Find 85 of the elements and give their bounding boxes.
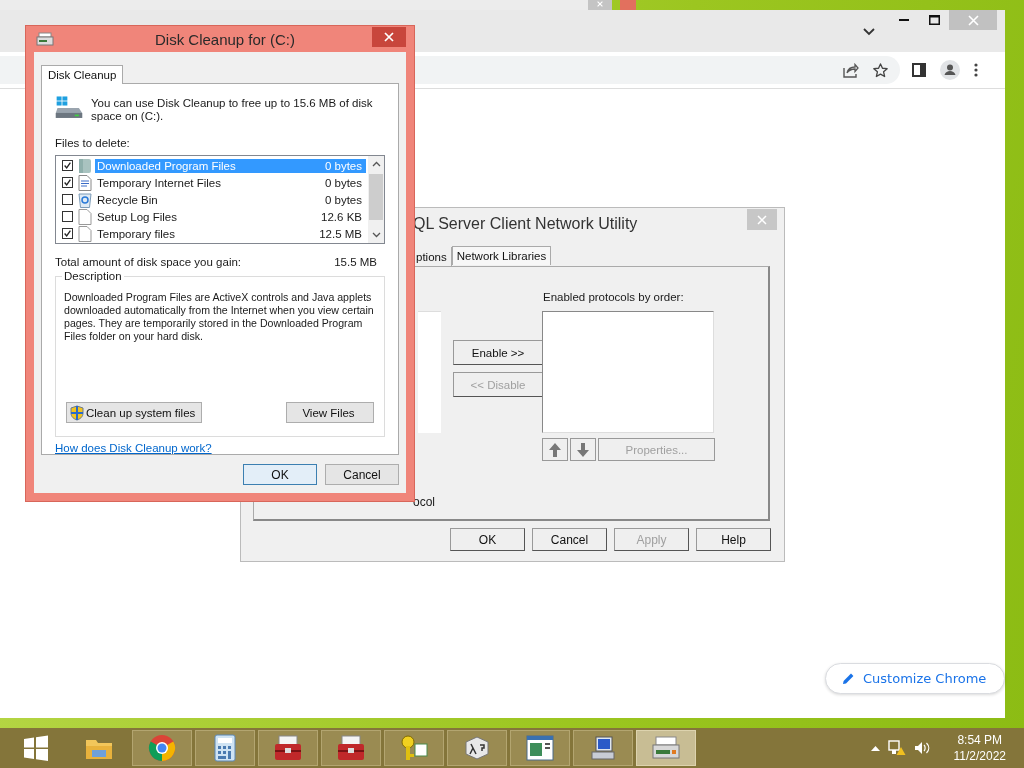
dialog-button[interactable]: Cancel [325,464,399,485]
taskbar-button[interactable] [321,730,381,766]
chevron-down-icon[interactable] [863,28,875,36]
taskbar-button[interactable] [636,730,696,766]
toolbox-icon[interactable] [336,734,366,762]
help-link[interactable]: How does Disk Cleanup work? [55,442,212,454]
scrollbar[interactable] [368,156,384,244]
clock-time[interactable]: 8:54 PM [957,732,1003,748]
folder-icon [78,157,92,174]
checkbox[interactable] [62,211,73,222]
dialog-button[interactable]: OK [243,464,317,485]
check-icon [63,160,72,171]
close-icon [596,0,604,8]
chevron-up-icon[interactable] [870,745,880,751]
enable-button[interactable]: Enable >> [453,340,543,365]
close-icon [967,14,979,26]
window-title: Disk Cleanup for (C:) [153,30,296,48]
document-icon [78,174,92,191]
customize-button[interactable]: Customize Chrome [825,663,1006,694]
minimize-icon [899,19,909,21]
pencil-icon [842,672,855,685]
toolbox-icon[interactable] [273,734,303,762]
file-row[interactable]: Temporary Internet Files 0 bytes [95,175,366,190]
network-warning-icon[interactable] [887,740,906,756]
total-value: 15.5 MB [334,256,377,269]
checkbox[interactable] [62,177,73,188]
star-icon[interactable] [873,62,888,78]
share-icon[interactable] [843,62,859,78]
close-icon [757,214,767,225]
close-icon [384,32,394,42]
files-label: Files to delete: [55,137,131,149]
clock-date[interactable]: 11/2/2022 [953,748,1006,764]
disk-drive-icon[interactable] [650,734,682,762]
browser-icon[interactable] [148,734,176,762]
chevron-up-icon[interactable] [371,161,381,167]
windows-logo-icon[interactable] [23,735,49,761]
group-heading: Description [62,270,124,283]
description-text: Downloaded Program Files are ActiveX controls and Java applets downloaded automatically from the Internet when you view certain pages. They are temporarily stored in the Downloaded Program Files folder on your hard disk. [64,291,375,344]
cube-icon[interactable] [463,734,491,762]
dialog-button[interactable]: Cancel [532,528,607,551]
close-button[interactable] [372,27,406,47]
action-button[interactable]: Clean up system files [66,402,203,423]
taskbar-button[interactable] [195,730,255,766]
tab[interactable]: Network Libraries [451,246,552,265]
arrow-up-icon [548,441,562,458]
checkbox[interactable] [62,194,73,205]
check-icon [63,177,72,188]
file-row[interactable]: Recycle Bin 0 bytes [95,192,366,207]
chevron-down-icon[interactable] [371,232,381,239]
taskbar-button[interactable] [258,730,318,766]
window-icon[interactable] [526,735,554,761]
file-icon [78,225,92,242]
checkbox-label: ocol [413,495,436,511]
file-icon [78,208,92,225]
speaker-icon[interactable] [913,741,930,755]
list-label: Enabled protocols by order: [542,291,685,305]
recycle-bin-icon [78,191,92,208]
total-label: Total amount of disk space you gain: [55,256,242,269]
move-up-button[interactable] [542,438,568,461]
taskbar-button[interactable] [384,730,444,766]
tab[interactable]: Disk Cleanup [41,65,124,84]
dialog-button[interactable]: OK [450,528,525,551]
move-down-button[interactable] [570,438,596,461]
intro-text: You can use Disk Cleanup to free up to 15.6 MB of disk space on (C:). [91,96,374,123]
side-panel-icon[interactable] [912,63,926,77]
maximize-icon [928,15,940,25]
check-icon [63,228,72,239]
file-row[interactable]: Setup Log Files 12.6 KB [95,209,366,224]
checkbox[interactable] [62,160,73,171]
window-edge [620,0,636,10]
shield-icon [70,404,84,421]
menu-icon[interactable] [974,63,978,77]
checkbox[interactable] [62,228,73,239]
profile-icon[interactable] [940,60,960,80]
dialog-button[interactable]: Help [696,528,771,551]
computer-icon[interactable] [588,734,618,762]
action-button[interactable]: View Files [286,402,374,423]
arrow-down-icon [576,441,590,458]
key-icon[interactable] [399,734,429,762]
calculator-icon[interactable] [214,734,236,762]
file-row[interactable]: Temporary files 12.5 MB [95,226,366,241]
disk-drive-icon [36,32,54,46]
taskbar-button[interactable] [510,730,570,766]
taskbar-button[interactable] [573,730,633,766]
taskbar-button[interactable] [132,730,192,766]
